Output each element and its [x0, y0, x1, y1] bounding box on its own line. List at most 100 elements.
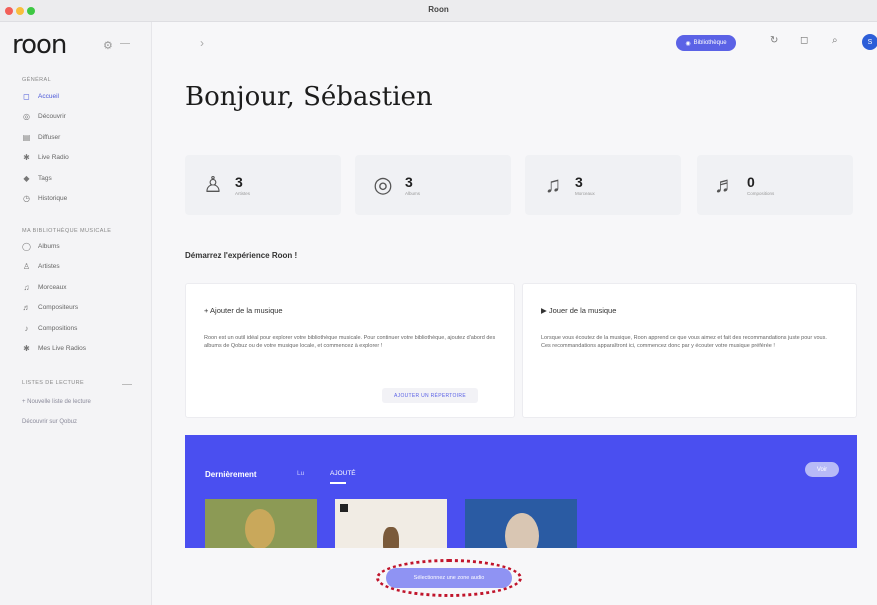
library-pill-button[interactable]: ◉ Bibliothèque	[676, 35, 736, 51]
history-icon: ◷	[23, 194, 30, 203]
composition-icon: ♬	[714, 172, 736, 197]
app-window: Roon roon ⚙ GÉNÉRAL ◻ Accueil ◎ Découvrir ▤ D…	[0, 0, 877, 605]
album-art-badge	[340, 504, 348, 512]
tag-icon: ◆	[23, 173, 30, 183]
stat-card[interactable]: ♙ 3 Artistes	[185, 155, 341, 215]
see-more-button[interactable]: Voir	[805, 462, 839, 477]
sidebar-item-label: Compositions	[38, 324, 78, 332]
my-radio-icon: ✱	[23, 344, 30, 353]
title-bar: Roon	[0, 0, 877, 22]
stat-card[interactable]: ♫ 3 Morceaux	[525, 155, 681, 215]
stat-label: Compositions	[747, 190, 775, 196]
stat-value: 3	[575, 173, 583, 190]
sidebar-item-library-3[interactable]: ♬ Compositeurs	[22, 302, 79, 314]
new-playlist-link[interactable]: + Nouvelle liste de lecture	[22, 399, 91, 405]
start-experience-heading: Démarrez l'expérience Roon !	[185, 251, 298, 260]
album-art-shape	[505, 513, 539, 548]
radio-icon: ✱	[23, 153, 30, 162]
highlight-annotation	[376, 559, 522, 597]
tab-played[interactable]: Lu	[297, 470, 304, 477]
recent-title: Dernièrement	[205, 470, 257, 479]
sidebar-item-main-2[interactable]: ▤ Diffuser	[22, 131, 61, 143]
composition-icon: ♪	[24, 323, 29, 333]
sidebar-item-library-2[interactable]: ♫ Morceaux	[22, 281, 67, 293]
user-avatar[interactable]: S	[862, 34, 877, 50]
stat-label: Artistes	[235, 190, 251, 196]
sidebar-item-label: Albums	[38, 242, 60, 250]
sidebar-item-main-0[interactable]: ◻ Accueil	[22, 90, 59, 102]
forward-arrow-icon[interactable]: ›	[200, 36, 204, 50]
stat-value: 0	[747, 173, 755, 190]
add-music-card: + Ajouter de la musique Roon est un outi…	[185, 283, 515, 418]
window-title: Roon	[428, 5, 449, 14]
track-icon: ♫	[544, 172, 562, 197]
track-icon: ♫	[23, 282, 30, 292]
settings-icon[interactable]: ⚙	[103, 39, 113, 52]
artist-icon: ♙	[22, 262, 31, 271]
add-folder-button[interactable]: AJOUTER UN RÉPERTOIRE	[382, 388, 478, 403]
sidebar-item-label: Artistes	[38, 263, 60, 270]
library-pill-label: Bibliothèque	[693, 40, 727, 46]
discover-icon: ◎	[23, 112, 30, 121]
sidebar-item-library-5[interactable]: ✱ Mes Live Radios	[22, 343, 86, 355]
play-music-title: ▶ Jouer de la musique	[541, 306, 617, 315]
active-tab-indicator	[330, 482, 346, 484]
album-art-shape	[383, 527, 399, 548]
add-music-title: + Ajouter de la musique	[204, 306, 283, 315]
refresh-icon[interactable]: ↻	[770, 35, 778, 46]
sidebar-item-label: Compositeurs	[38, 304, 79, 311]
page-title: Bonjour, Sébastien	[185, 82, 433, 112]
tab-added[interactable]: AJOUTÉ	[330, 470, 356, 477]
play-music-text: Lorsque vous écoutez de la musique, Roon…	[541, 335, 827, 349]
sidebar-item-library-0[interactable]: ◯ Albums	[22, 240, 60, 252]
album-cover[interactable]	[465, 499, 577, 548]
album-cover[interactable]	[205, 499, 317, 548]
stream-icon: ▤	[22, 132, 31, 142]
sidebar-section-library: MA BIBLIOTHÈQUE MUSICALE	[22, 228, 112, 234]
sidebar-item-label: Tags	[38, 174, 52, 182]
bookmark-icon[interactable]: ◻	[800, 35, 808, 46]
sidebar-item-main-1[interactable]: ◎ Découvrir	[22, 111, 66, 123]
album-icon: ◯	[22, 241, 31, 251]
play-music-card: ▶ Jouer de la musique Lorsque vous écout…	[522, 283, 857, 418]
add-music-text: Roon est un outil idéal pour explorer vo…	[204, 335, 496, 349]
sidebar-item-main-5[interactable]: ◷ Historique	[22, 193, 67, 205]
stat-card[interactable]: ♬ 0 Compositions	[697, 155, 853, 215]
stat-value: 3	[405, 173, 413, 190]
sidebar-section-playlists: LISTES DE LECTURE	[22, 380, 85, 386]
discover-qobuz-link[interactable]: Découvrir sur Qobuz	[22, 419, 77, 425]
sidebar-item-library-4[interactable]: ♪ Compositions	[22, 322, 78, 334]
stat-label: Albums	[405, 190, 421, 196]
sidebar: roon ⚙ GÉNÉRAL ◻ Accueil ◎ Découvrir ▤ Diffus…	[0, 22, 152, 605]
recent-section: Dernièrement Lu AJOUTÉ Voir	[185, 435, 857, 548]
library-icon: ◉	[685, 40, 691, 47]
stat-text: 3 Morceaux	[575, 175, 595, 196]
sidebar-item-label: Découvrir	[38, 113, 66, 120]
stat-label: Morceaux	[575, 190, 595, 196]
sidebar-item-main-4[interactable]: ◆ Tags	[22, 172, 52, 184]
sidebar-item-main-3[interactable]: ✱ Live Radio	[22, 152, 69, 164]
sidebar-item-label: Mes Live Radios	[38, 345, 87, 352]
composer-icon: ♬	[22, 303, 31, 312]
home-icon: ◻	[23, 91, 30, 101]
collapse-sidebar-icon[interactable]	[120, 43, 130, 44]
stat-text: 3 Albums	[405, 175, 420, 196]
sidebar-item-library-1[interactable]: ♙ Artistes	[22, 261, 60, 273]
roon-logo: roon	[12, 30, 67, 60]
album-cover[interactable]	[335, 499, 447, 548]
album-icon: ◎	[373, 172, 393, 197]
stat-card[interactable]: ◎ 3 Albums	[355, 155, 511, 215]
album-art-shape	[245, 509, 275, 548]
sidebar-item-label: Accueil	[38, 92, 59, 100]
sidebar-item-label: Diffuser	[38, 133, 61, 141]
collapse-playlists-icon[interactable]	[122, 384, 132, 385]
sidebar-item-label: Historique	[38, 195, 68, 202]
stat-text: 3 Artistes	[235, 175, 250, 196]
stat-text: 0 Compositions	[747, 175, 774, 196]
artist-icon: ♙	[203, 172, 223, 197]
sidebar-item-label: Live Radio	[38, 154, 69, 161]
sidebar-item-label: Morceaux	[38, 283, 67, 291]
search-icon[interactable]: ⌕	[832, 35, 838, 46]
stat-value: 3	[235, 173, 243, 190]
sidebar-section-general: GÉNÉRAL	[22, 77, 52, 83]
